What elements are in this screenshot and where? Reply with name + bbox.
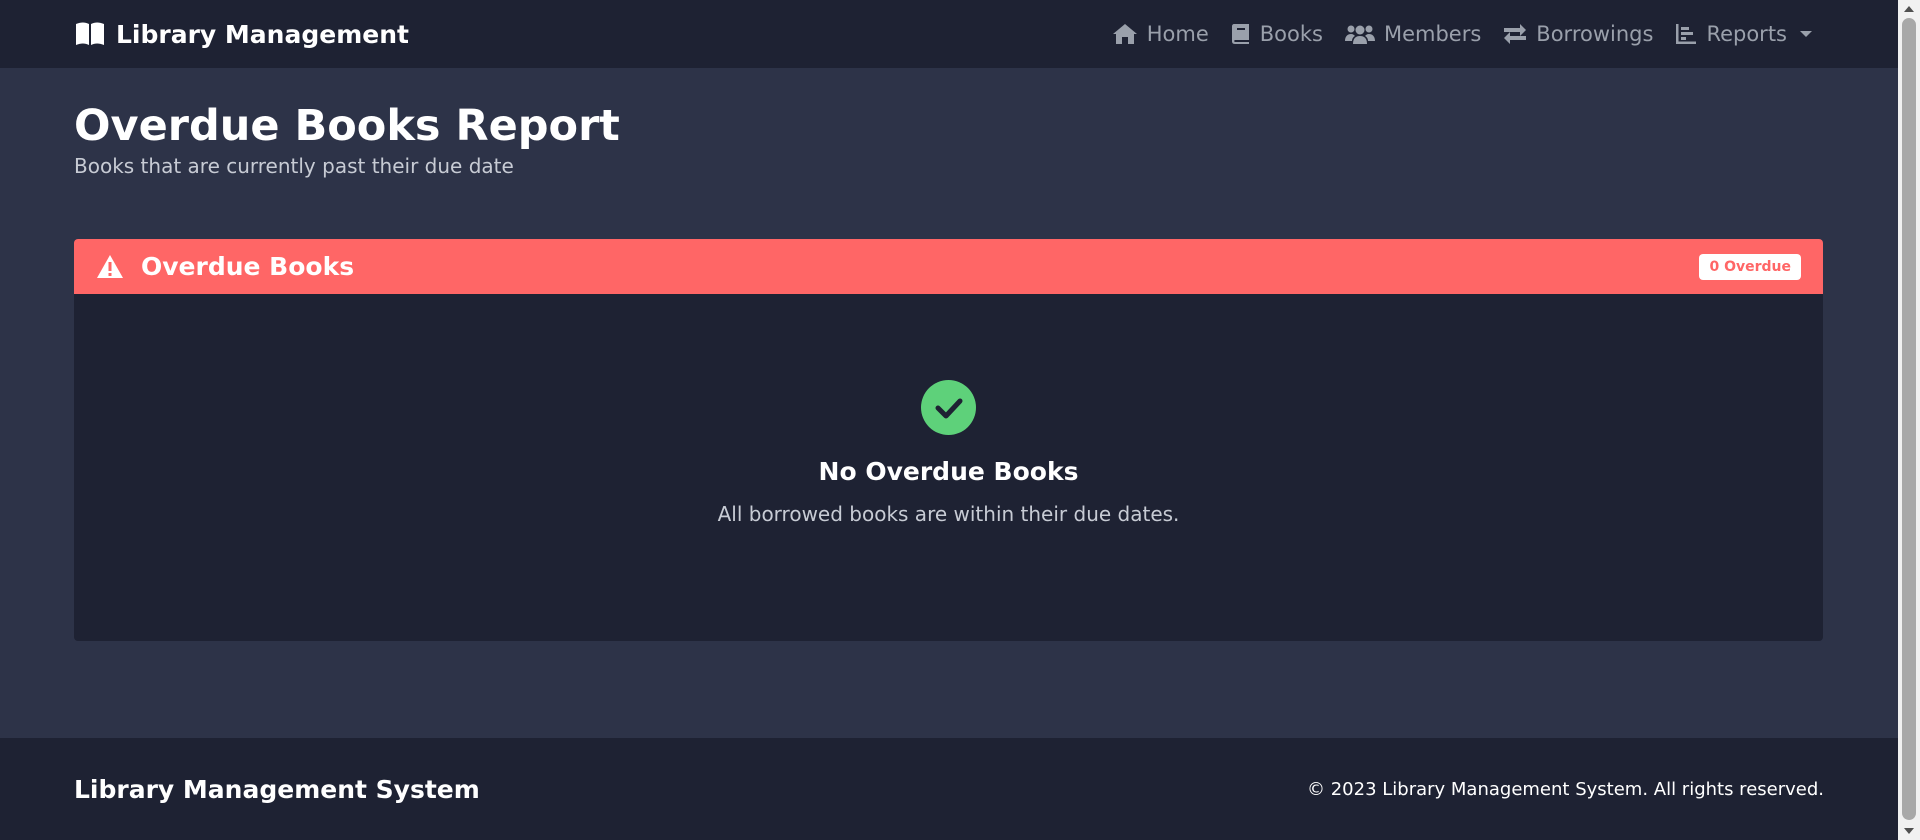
nav-reports-dropdown[interactable]: Reports xyxy=(1675,22,1812,46)
page-subtitle: Books that are currently past their due … xyxy=(74,154,514,178)
nav-reports-label: Reports xyxy=(1706,22,1787,46)
brand-label: Library Management xyxy=(116,19,409,49)
nav-members-label: Members xyxy=(1383,22,1482,46)
nav-borrowings[interactable]: Borrowings xyxy=(1503,22,1653,46)
home-icon xyxy=(1112,24,1137,44)
users-icon xyxy=(1344,25,1375,44)
nav-books-label: Books xyxy=(1259,22,1323,46)
book-open-icon xyxy=(76,22,104,45)
nav-home-label: Home xyxy=(1146,22,1209,46)
viewport: Library Management Home Books Members Bo… xyxy=(0,0,1898,840)
brand-link[interactable]: Library Management xyxy=(74,20,409,49)
book-icon xyxy=(1231,24,1249,44)
vertical-scrollbar[interactable] xyxy=(1898,0,1920,840)
empty-state: No Overdue Books All borrowed books are … xyxy=(74,294,1823,526)
scroll-thumb[interactable] xyxy=(1902,18,1916,820)
empty-state-title: No Overdue Books xyxy=(818,457,1079,486)
nav-home[interactable]: Home xyxy=(1112,22,1209,46)
page-title: Overdue Books Report xyxy=(74,101,620,151)
chevron-down-icon xyxy=(1800,31,1812,37)
footer: Library Management System © 2023 Library… xyxy=(0,738,1898,840)
nav-members[interactable]: Members xyxy=(1344,22,1482,46)
chart-icon xyxy=(1676,24,1697,44)
footer-brand: Library Management System xyxy=(74,774,480,804)
page-header: Overdue Books Report Books that are curr… xyxy=(74,100,620,178)
card-header: Overdue Books 0 Overdue xyxy=(74,239,1823,294)
card-title-label: Overdue Books xyxy=(141,252,355,281)
navbar: Library Management Home Books Members Bo… xyxy=(0,0,1898,68)
check-circle-icon xyxy=(921,380,976,435)
exchange-icon xyxy=(1504,24,1527,44)
overdue-count-badge: 0 Overdue xyxy=(1699,253,1801,280)
card-title: Overdue Books xyxy=(96,252,354,281)
empty-state-text: All borrowed books are within their due … xyxy=(717,502,1180,526)
scroll-down-arrow-icon[interactable] xyxy=(1904,828,1914,834)
footer-copyright: © 2023 Library Management System. All ri… xyxy=(1306,778,1824,800)
warning-icon xyxy=(97,255,123,278)
scroll-up-arrow-icon[interactable] xyxy=(1904,6,1914,12)
overdue-books-card: Overdue Books 0 Overdue No Overdue Books… xyxy=(74,239,1823,641)
nav-borrowings-label: Borrowings xyxy=(1536,22,1654,46)
nav-links: Home Books Members Borrowings Reports xyxy=(1112,22,1812,46)
nav-books[interactable]: Books xyxy=(1231,22,1323,46)
